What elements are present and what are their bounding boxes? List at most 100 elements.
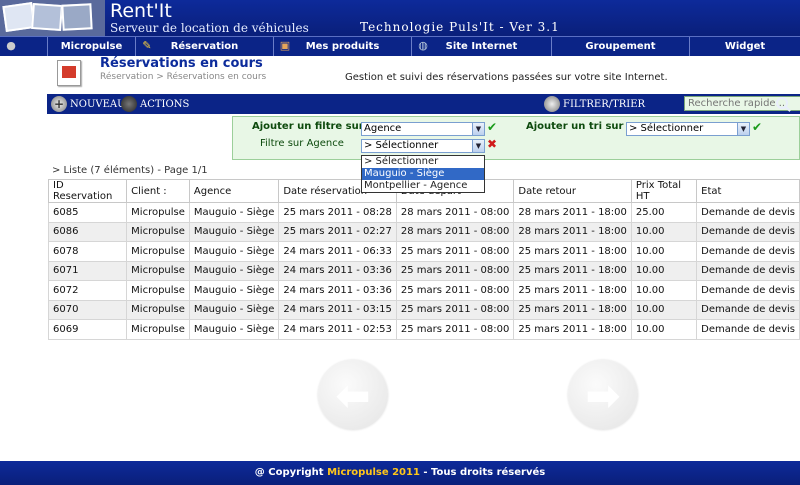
cell-booking-date: 24 mars 2011 - 03:15 (278, 299, 397, 320)
cell-price: 10.00 (630, 260, 698, 281)
menu-item-label: Groupement (585, 41, 656, 52)
cell-status: Demande de devis (696, 221, 800, 242)
main-menu: ● Micropulse ✎ Réservation ▣ Mes produit… (0, 36, 800, 56)
cell-booking-date: 25 mars 2011 - 08:28 (278, 202, 397, 223)
table-row[interactable]: 6069 Micropulse Mauguio - Siège 24 mars … (47, 319, 800, 340)
agency-filter-select[interactable]: > Sélectionner ▼ (361, 139, 485, 153)
cell-booking-date: 24 mars 2011 - 02:53 (278, 319, 397, 340)
menu-item-reservation[interactable]: ✎ Réservation (136, 37, 274, 56)
column-header[interactable]: Date retour (513, 179, 632, 203)
menu-item-groupement[interactable]: Groupement (552, 37, 690, 56)
cell-id: 6071 (47, 260, 128, 281)
chevron-down-icon: ▼ (472, 123, 484, 135)
copyright-owner[interactable]: Micropulse 2011 (327, 467, 420, 478)
table-row[interactable]: 6086 Micropulse Mauguio - Siège 25 mars … (47, 221, 800, 242)
dropdown-option[interactable]: > Sélectionner (362, 156, 484, 168)
column-header[interactable]: ID Reservation (47, 179, 128, 203)
cell-agency: Mauguio - Siège (188, 221, 280, 242)
remove-filter-icon[interactable]: ✖ (487, 137, 497, 151)
cell-booking-date: 25 mars 2011 - 02:27 (278, 221, 397, 242)
cell-status: Demande de devis (696, 299, 800, 320)
cell-status: Demande de devis (696, 241, 800, 262)
actions-button[interactable]: Actions (121, 96, 189, 112)
copyright-prefix: @ Copyright (254, 467, 324, 478)
column-header[interactable]: Etat (696, 179, 800, 203)
menu-item-label: Mes produits (305, 41, 380, 52)
cell-client: Micropulse (126, 260, 190, 281)
cell-departure-date: 25 mars 2011 - 08:00 (395, 280, 515, 301)
gear-icon (121, 96, 137, 112)
cell-return-date: 25 mars 2011 - 18:00 (513, 260, 632, 281)
add-filter-value: Agence (364, 123, 402, 134)
cell-booking-date: 24 mars 2011 - 06:33 (278, 241, 397, 262)
cell-return-date: 25 mars 2011 - 18:00 (513, 299, 632, 320)
add-filter-select[interactable]: Agence ▼ (361, 122, 485, 136)
cell-return-date: 25 mars 2011 - 18:00 (513, 241, 632, 262)
cell-agency: Mauguio - Siège (188, 241, 280, 262)
cell-price: 25.00 (630, 202, 698, 223)
chevron-down-icon: ▼ (472, 140, 484, 152)
table-row[interactable]: 6071 Micropulse Mauguio - Siège 24 mars … (47, 260, 800, 281)
dropdown-option-highlighted[interactable]: Mauguio - Siège (362, 168, 484, 180)
add-sort-value: > Sélectionner (629, 123, 704, 134)
column-header[interactable]: Client : (126, 179, 190, 203)
cell-agency: Mauguio - Siège (188, 260, 280, 281)
menu-item-label: Réservation (170, 41, 239, 52)
menu-item-label: Site Internet (445, 41, 518, 52)
plus-icon: + (51, 96, 67, 112)
agency-filter-label: Filtre sur Agence (260, 138, 344, 149)
table-row[interactable]: 6078 Micropulse Mauguio - Siège 24 mars … (47, 241, 800, 262)
search-icon[interactable] (776, 97, 788, 109)
next-page-button[interactable]: ➡ (568, 360, 638, 430)
new-button-label: Nouveau (70, 98, 126, 110)
cell-return-date: 28 mars 2011 - 18:00 (513, 221, 632, 242)
confirm-sort-icon[interactable]: ✔ (752, 120, 762, 134)
menu-item-label: Micropulse (60, 41, 123, 52)
add-sort-label: Ajouter un tri sur (526, 121, 624, 132)
version-label: Technologie Puls'It - Ver 3.1 (360, 20, 560, 34)
car-photo (31, 2, 63, 32)
cell-agency: Mauguio - Siège (188, 299, 280, 320)
new-button[interactable]: + Nouveau (51, 96, 126, 112)
action-toolbar: + Nouveau Actions Filtrer/Trier (47, 94, 800, 114)
table-row[interactable]: 6085 Micropulse Mauguio - Siège 25 mars … (47, 202, 800, 223)
menu-item-micropulse[interactable]: Micropulse (48, 37, 136, 56)
menu-item-widget[interactable]: Widget (690, 37, 800, 56)
cell-departure-date: 25 mars 2011 - 08:00 (395, 260, 515, 281)
menu-item-mes-produits[interactable]: ▣ Mes produits (274, 37, 412, 56)
cell-departure-date: 25 mars 2011 - 08:00 (395, 241, 515, 262)
menu-item-site-internet[interactable]: ◍ Site Internet (412, 37, 552, 56)
confirm-filter-icon[interactable]: ✔ (487, 120, 497, 134)
agency-dropdown-list: > Sélectionner Mauguio - Siège Montpelli… (361, 155, 485, 193)
reservations-table: ID Reservation Client : Agence Date rése… (47, 179, 800, 340)
page-subtitle: Gestion et suivi des réservations passée… (345, 72, 668, 83)
previous-page-button[interactable]: ⬅ (318, 360, 388, 430)
cell-id: 6069 (47, 319, 128, 340)
cell-departure-date: 28 mars 2011 - 08:00 (395, 221, 515, 242)
cell-price: 10.00 (630, 299, 698, 320)
add-sort-select[interactable]: > Sélectionner ▼ (626, 122, 750, 136)
cell-id: 6072 (47, 280, 128, 301)
brand-tagline: Serveur de location de véhicules (110, 21, 309, 35)
brand-name: Rent'It (110, 0, 172, 22)
cell-price: 10.00 (630, 280, 698, 301)
table-row[interactable]: 6072 Micropulse Mauguio - Siège 24 mars … (47, 280, 800, 301)
cell-agency: Mauguio - Siège (188, 202, 280, 223)
column-header[interactable]: Agence (188, 179, 280, 203)
cell-price: 10.00 (630, 221, 698, 242)
cell-id: 6086 (47, 221, 128, 242)
column-header[interactable]: Prix Total HT (630, 179, 698, 203)
dropdown-option[interactable]: Montpellier - Agence (362, 180, 484, 192)
table-row[interactable]: 6070 Micropulse Mauguio - Siège 24 mars … (47, 299, 800, 320)
cell-return-date: 25 mars 2011 - 18:00 (513, 280, 632, 301)
arrow-left-icon: ⬅ (335, 370, 371, 420)
menu-dot-icon: ● (6, 39, 16, 52)
filter-sort-button[interactable]: Filtrer/Trier (544, 96, 645, 112)
cell-departure-date: 25 mars 2011 - 08:00 (395, 299, 515, 320)
page-title: Réservations en cours (100, 56, 263, 71)
cell-client: Micropulse (126, 319, 190, 340)
cell-price: 10.00 (630, 319, 698, 340)
cell-status: Demande de devis (696, 202, 800, 223)
cell-return-date: 25 mars 2011 - 18:00 (513, 319, 632, 340)
breadcrumb: Réservation > Réservations en cours (100, 72, 267, 82)
